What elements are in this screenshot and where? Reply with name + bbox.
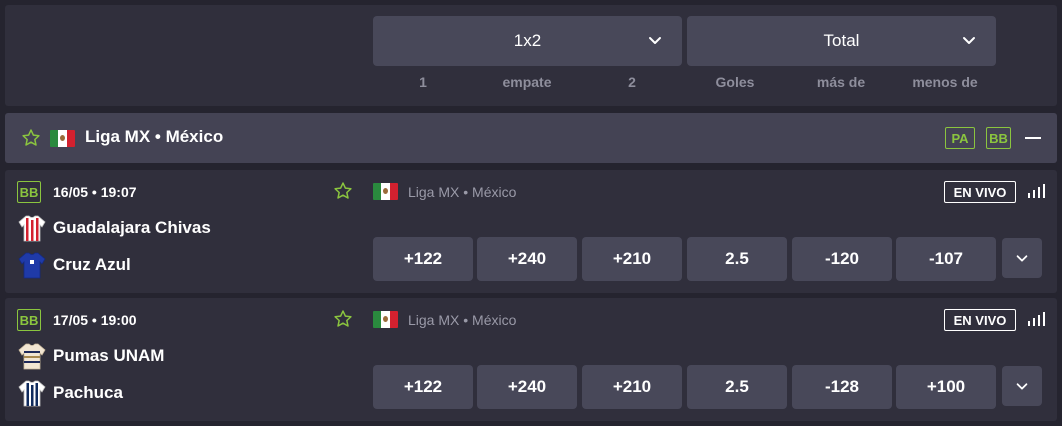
bb-badge: BB (986, 127, 1011, 149)
odd-over[interactable]: -128 (792, 365, 892, 409)
chevron-down-icon (1016, 255, 1028, 262)
pa-badge: PA (945, 127, 975, 149)
market-select-1x2-label: 1x2 (513, 31, 542, 50)
match-league: Liga MX • México (408, 312, 517, 328)
odd-away-win[interactable]: +210 (582, 237, 682, 281)
column-label-over: más de (816, 74, 866, 90)
away-team[interactable]: Pachuca (17, 378, 123, 408)
market-select-1x2[interactable]: 1x2 (373, 16, 682, 66)
column-label-1: 1 (419, 74, 427, 90)
away-team-name: Pachuca (53, 383, 123, 402)
match-league: Liga MX • México (408, 184, 517, 200)
stats-bars-icon[interactable] (1027, 312, 1045, 326)
mexico-flag-icon (373, 183, 398, 200)
league-header[interactable]: Liga MX • México PA BB (5, 113, 1057, 163)
bb-badge: BB (17, 309, 41, 331)
column-label-under: menos de (912, 74, 978, 90)
match-datetime: 17/05 • 19:00 (53, 312, 137, 328)
favorite-star-icon[interactable] (333, 181, 353, 201)
column-label-2: 2 (628, 74, 636, 90)
odd-goals-line[interactable]: 2.5 (687, 237, 787, 281)
odd-draw[interactable]: +240 (477, 237, 577, 281)
chivas-jersey-icon (18, 215, 46, 242)
odd-home-win[interactable]: +122 (373, 237, 473, 281)
bb-badge: BB (17, 181, 41, 203)
column-label-draw: empate (502, 74, 552, 90)
chevron-down-icon (1016, 383, 1028, 390)
column-label-goals: Goles (715, 74, 755, 90)
home-team-name: Pumas UNAM (53, 346, 165, 365)
home-team[interactable]: Pumas UNAM (17, 341, 164, 371)
live-badge: EN VIVO (944, 309, 1016, 331)
mexico-flag-icon (373, 311, 398, 328)
odd-under[interactable]: -107 (896, 237, 996, 281)
more-markets-button[interactable] (1002, 238, 1042, 278)
home-team[interactable]: Guadalajara Chivas (17, 213, 211, 243)
more-markets-button[interactable] (1002, 366, 1042, 406)
odd-away-win[interactable]: +210 (582, 365, 682, 409)
away-team-name: Cruz Azul (53, 255, 131, 274)
mexico-flag-icon (50, 130, 75, 147)
collapse-minus-icon[interactable] (1025, 137, 1041, 139)
odd-under[interactable]: +100 (896, 365, 996, 409)
pachuca-jersey-icon (18, 380, 46, 407)
odd-over[interactable]: -120 (792, 237, 892, 281)
away-team[interactable]: Cruz Azul (17, 250, 131, 280)
match-row: BB 16/05 • 19:07 Liga MX • México EN VIV… (5, 170, 1057, 293)
home-team-name: Guadalajara Chivas (53, 218, 211, 237)
league-title: Liga MX • México (85, 127, 224, 146)
pumas-jersey-icon (18, 343, 46, 370)
match-datetime: 16/05 • 19:07 (53, 184, 137, 200)
live-badge: EN VIVO (944, 181, 1016, 203)
match-row: BB 17/05 • 19:00 Liga MX • México EN VIV… (5, 298, 1057, 421)
market-header: 1x2 Total 1 empate 2 Goles más de menos … (5, 5, 1057, 106)
cruz-azul-jersey-icon (18, 252, 46, 279)
market-select-total[interactable]: Total (687, 16, 996, 66)
chevron-down-icon (963, 37, 975, 44)
chevron-down-icon (649, 37, 661, 44)
favorite-star-icon[interactable] (333, 309, 353, 329)
odd-home-win[interactable]: +122 (373, 365, 473, 409)
odd-draw[interactable]: +240 (477, 365, 577, 409)
market-select-total-label: Total (823, 31, 860, 50)
favorite-star-icon[interactable] (21, 128, 41, 148)
stats-bars-icon[interactable] (1027, 184, 1045, 198)
odd-goals-line[interactable]: 2.5 (687, 365, 787, 409)
